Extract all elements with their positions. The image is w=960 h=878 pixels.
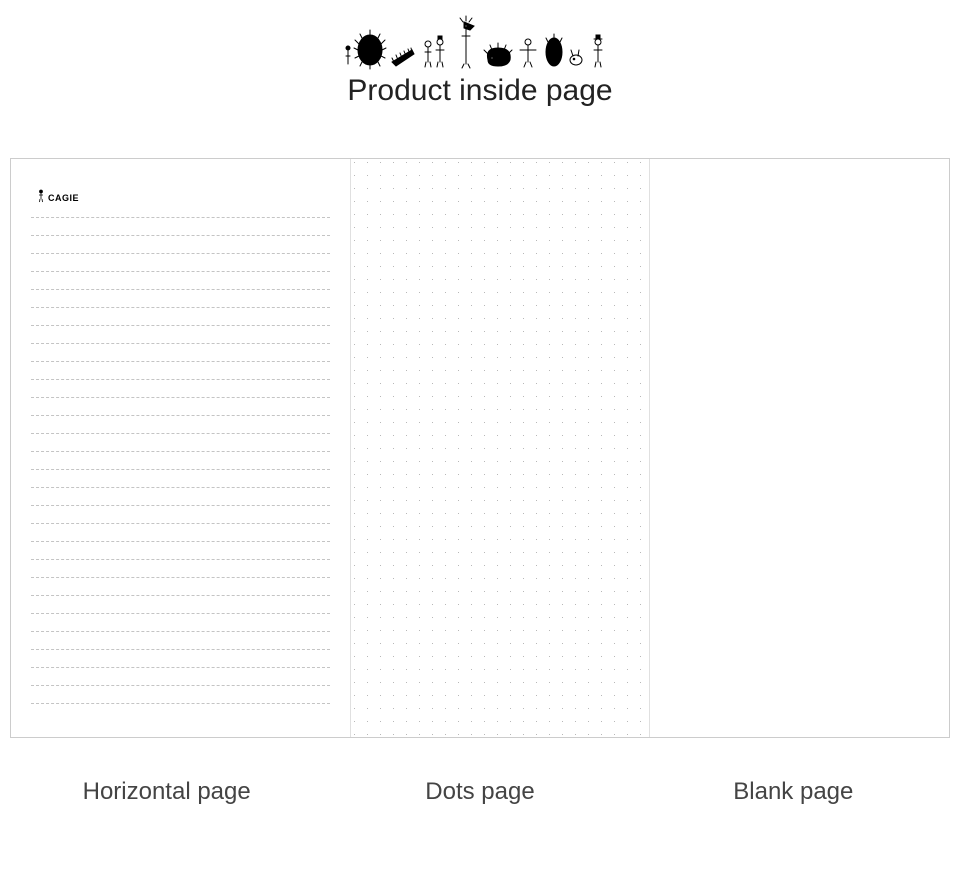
ruled-line <box>31 451 330 452</box>
header-section: Product inside page <box>0 0 960 108</box>
ruled-line <box>31 559 330 560</box>
ruled-line <box>31 253 330 254</box>
ruled-line <box>31 343 330 344</box>
ruled-line <box>31 487 330 488</box>
label-horizontal: Horizontal page <box>10 778 323 806</box>
ruled-line <box>31 271 330 272</box>
ruled-line <box>31 577 330 578</box>
ruled-line <box>31 469 330 470</box>
ruled-line <box>31 505 330 506</box>
ruled-line <box>31 649 330 650</box>
brand-mark: CAGIE <box>37 189 330 203</box>
ruled-line <box>31 289 330 290</box>
doodle-illustration <box>0 10 960 70</box>
page-title: Product inside page <box>0 74 960 108</box>
brand-figure-icon <box>37 189 45 203</box>
ruled-line <box>31 541 330 542</box>
page-preview-horizontal: CAGIE <box>11 159 350 737</box>
ruled-line <box>31 307 330 308</box>
ruled-line <box>31 631 330 632</box>
page-preview-dots <box>350 159 650 737</box>
ruled-line <box>31 325 330 326</box>
ruled-line <box>31 667 330 668</box>
label-blank: Blank page <box>637 778 950 806</box>
ruled-line <box>31 361 330 362</box>
ruled-line <box>31 415 330 416</box>
ruled-line <box>31 595 330 596</box>
ruled-line <box>31 685 330 686</box>
ruled-line <box>31 433 330 434</box>
ruled-line <box>31 523 330 524</box>
ruled-line <box>31 613 330 614</box>
pages-preview-container: CAGIE <box>10 158 950 738</box>
ruled-line <box>31 379 330 380</box>
ruled-line <box>31 217 330 218</box>
ruled-line <box>31 235 330 236</box>
labels-row: Horizontal page Dots page Blank page <box>10 778 950 806</box>
ruled-line <box>31 703 330 704</box>
ruled-line <box>31 397 330 398</box>
label-dots: Dots page <box>323 778 636 806</box>
brand-name: CAGIE <box>48 193 79 203</box>
page-preview-blank <box>649 159 949 737</box>
